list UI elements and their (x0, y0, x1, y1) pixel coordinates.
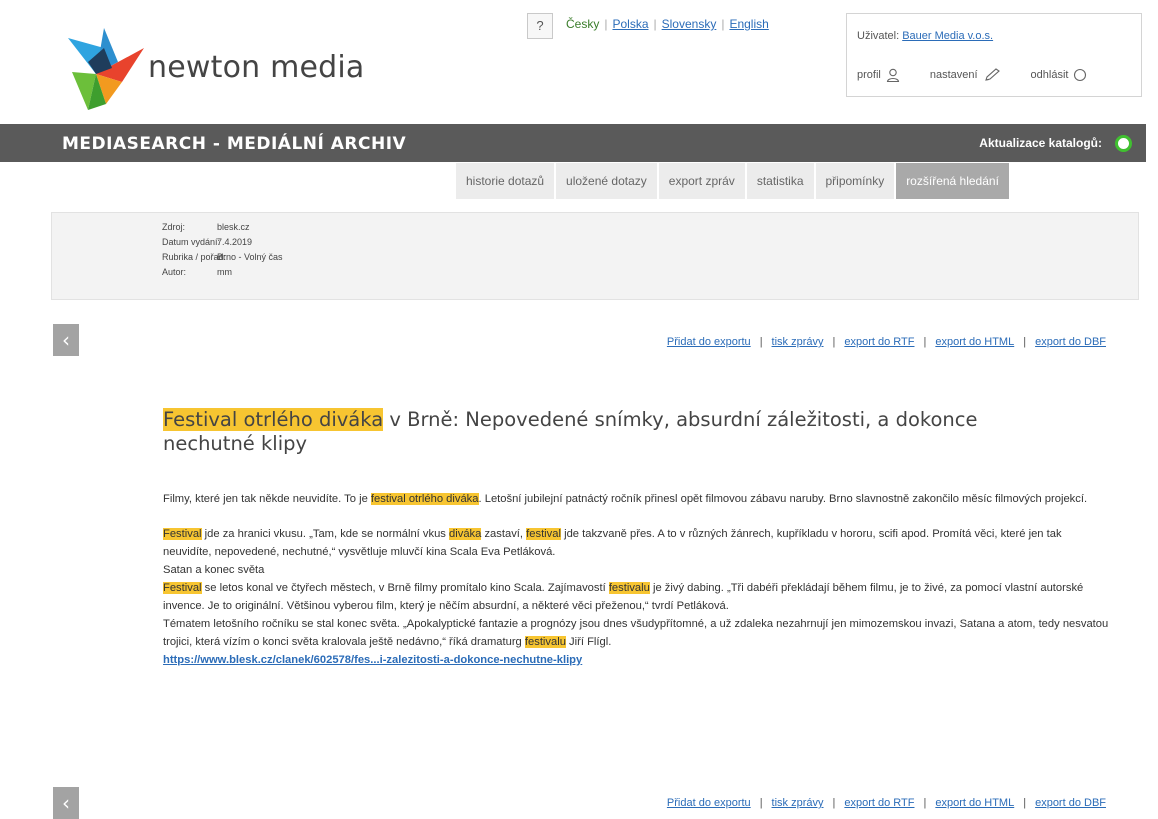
settings-label: nastavení (929, 69, 978, 81)
catalog-status-icon (1115, 135, 1132, 152)
paragraph-1: Filmy, které jen tak někde neuvidíte. To… (163, 490, 1113, 508)
help-button[interactable]: ? (527, 13, 553, 39)
newton-media-logo-icon[interactable] (66, 26, 144, 110)
tab-statistics[interactable]: statistika (746, 163, 814, 199)
logout-link[interactable]: odhlásit (1031, 68, 1088, 82)
export-html-link[interactable]: export do HTML (935, 336, 1014, 348)
article-source-url[interactable]: https://www.blesk.cz/clanek/602578/fes..… (163, 654, 582, 666)
text: Filmy, které jen tak někde neuvidíte. To… (163, 493, 371, 505)
user-line: Uživatel: Bauer Media v.o.s. (857, 30, 993, 42)
user-icon (886, 68, 899, 82)
search-highlight: festival (526, 528, 561, 540)
logo-text: newton media (148, 50, 365, 85)
export-rtf-link[interactable]: export do RTF (844, 797, 914, 809)
export-actions-top: Přidat do exportu | tisk zprávy | export d… (666, 336, 1106, 348)
add-to-export-link[interactable]: Přidat do exportu (667, 336, 751, 348)
source-label: Zdroj: (162, 222, 186, 232)
power-icon (1074, 68, 1087, 82)
user-panel: Uživatel: Bauer Media v.o.s. profil nasta… (846, 13, 1142, 97)
paragraph-5: Tématem letošního ročníku se stal konec … (163, 615, 1113, 651)
date-value: 7.4.2019 (217, 237, 253, 247)
section-value: Brno - Volný čas (217, 252, 283, 262)
tab-reminders[interactable]: připomínky (815, 163, 895, 199)
text: se letos konal ve čtyřech městech, v Brn… (201, 582, 609, 594)
print-message-link[interactable]: tisk zprávy (772, 336, 824, 348)
app-title-bar: MEDIASEARCH - MEDIÁLNÍ ARCHIV Aktualizac… (0, 124, 1146, 162)
search-highlight: festival otrlého diváka (370, 493, 479, 505)
search-highlight: festivalu (608, 582, 650, 594)
tab-query-history[interactable]: historie dotazů (456, 163, 555, 199)
lang-czech-link[interactable]: Česky (566, 17, 599, 31)
paragraph-3: Satan a konec světa (163, 564, 265, 576)
prev-article-button-bottom[interactable]: ‹ (53, 787, 79, 819)
text: zastaví, (481, 528, 527, 540)
tab-export-messages[interactable]: export zpráv (658, 163, 745, 199)
text: Jiří Flígl. (565, 636, 612, 648)
lang-english-link[interactable]: English (729, 17, 768, 31)
source-value: blesk.cz (217, 222, 250, 232)
search-highlight: festivalu (524, 636, 566, 648)
settings-link[interactable]: nastavení (930, 68, 1001, 82)
paragraph-2: Festival jde za hranici vkusu. „Tam, kde… (163, 525, 1113, 561)
text: . Letošní jubilejní patnáctý ročník přin… (478, 493, 1088, 505)
author-value: mm (217, 267, 232, 277)
article-title: Festival otrlého diváka v Brně: Nepovede… (163, 408, 993, 456)
export-html-link[interactable]: export do HTML (935, 797, 1014, 809)
profile-link[interactable]: profil (857, 68, 900, 82)
lang-polish-link[interactable]: Polska (612, 17, 648, 31)
text: Tématem letošního ročníku se stal konec … (163, 618, 1109, 648)
search-highlight: Festival (163, 582, 202, 594)
export-dbf-link[interactable]: export do DBF (1035, 336, 1106, 348)
text: jde za hranici vkusu. „Tam, kde se normá… (201, 528, 450, 540)
article-body: Filmy, které jen tak někde neuvidíte. To… (163, 490, 1113, 669)
catalog-update-label: Aktualizace katalogů: (979, 136, 1102, 150)
export-rtf-link[interactable]: export do RTF (844, 336, 914, 348)
export-actions-bottom: Přidat do exportu | tisk zprávy | export d… (666, 797, 1106, 809)
add-to-export-link[interactable]: Přidat do exportu (667, 797, 751, 809)
section-label: Rubrika / pořad: (162, 252, 227, 262)
main-tabs: historie dotazů uložené dotazy export zp… (456, 163, 1009, 199)
search-highlight: Festival (163, 528, 202, 540)
language-switcher: Česky | Polska | Slovensky | English (566, 17, 769, 31)
print-message-link[interactable]: tisk zprávy (772, 797, 824, 809)
tab-saved-queries[interactable]: uložené dotazy (556, 163, 657, 199)
date-label: Datum vydání: (162, 237, 221, 247)
user-label: Uživatel: (857, 30, 900, 42)
pencil-icon (984, 68, 1000, 81)
article-metadata: Zdroj: blesk.cz Datum vydání:7.4.2019 Rub… (51, 212, 1139, 300)
lang-slovak-link[interactable]: Slovensky (662, 17, 717, 31)
author-label: Autor: (162, 267, 187, 277)
export-dbf-link[interactable]: export do DBF (1035, 797, 1106, 809)
title-highlight: Festival otrlého diváka (163, 408, 384, 431)
user-name-link[interactable]: Bauer Media v.o.s. (902, 30, 993, 42)
profile-label: profil (857, 69, 881, 81)
search-highlight: diváka (449, 528, 482, 540)
logout-label: odhlásit (1030, 69, 1069, 81)
prev-article-button[interactable]: ‹ (53, 324, 79, 356)
app-title: MEDIASEARCH - MEDIÁLNÍ ARCHIV (62, 134, 407, 154)
paragraph-4: Festival se letos konal ve čtyřech měste… (163, 579, 1113, 615)
tab-advanced-search[interactable]: rozšířená hledání (896, 163, 1009, 199)
